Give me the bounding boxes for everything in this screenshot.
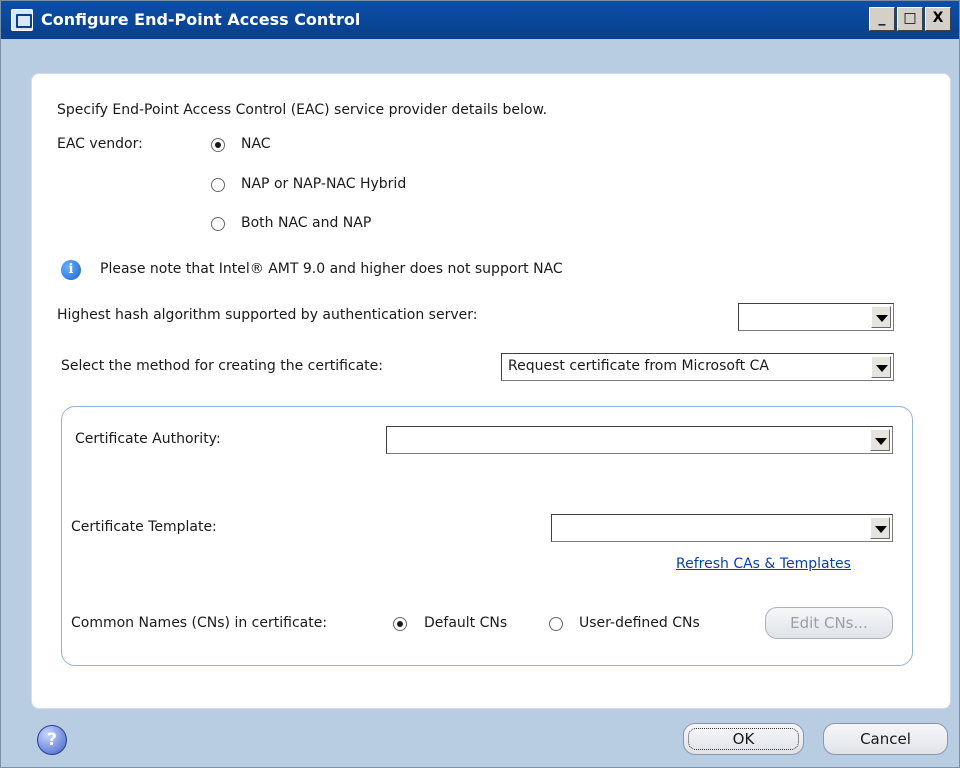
notice-text: Please note that Intel® AMT 9.0 and high…	[100, 261, 563, 277]
certificate-template-label: Certificate Template:	[71, 519, 217, 535]
edit-cns-button[interactable]: Edit CNs...	[765, 607, 893, 639]
radio-user-defined-cns-label[interactable]: User-defined CNs	[579, 615, 700, 631]
refresh-cas-templates-link[interactable]: Refresh CAs & Templates	[676, 556, 851, 572]
certificate-authority-select[interactable]	[386, 426, 893, 454]
maximize-button[interactable]: □	[897, 7, 923, 31]
common-names-label: Common Names (CNs) in certificate:	[71, 615, 328, 631]
help-icon[interactable]: ?	[37, 725, 67, 755]
chevron-down-icon[interactable]	[871, 356, 891, 378]
certificate-method-select[interactable]: Request certificate from Microsoft CA	[501, 353, 894, 381]
certificate-method-value: Request certificate from Microsoft CA	[508, 358, 769, 374]
chevron-down-icon[interactable]	[870, 429, 890, 451]
chevron-down-icon[interactable]	[870, 517, 890, 539]
radio-both-label[interactable]: Both NAC and NAP	[241, 215, 371, 231]
radio-default-cns-label[interactable]: Default CNs	[424, 615, 507, 631]
title-bar[interactable]: Configure End-Point Access Control _ □ X	[1, 1, 959, 39]
app-icon	[11, 9, 33, 31]
close-button[interactable]: X	[925, 7, 951, 31]
radio-nap-hybrid-label[interactable]: NAP or NAP-NAC Hybrid	[241, 176, 406, 192]
radio-nac-label[interactable]: NAC	[241, 136, 271, 152]
hash-label: Highest hash algorithm supported by auth…	[57, 307, 478, 323]
cancel-button[interactable]: Cancel	[823, 723, 948, 755]
eac-vendor-label: EAC vendor:	[57, 136, 143, 152]
minimize-button[interactable]: _	[869, 7, 895, 31]
window-title: Configure End-Point Access Control	[41, 10, 361, 29]
method-label: Select the method for creating the certi…	[61, 358, 383, 374]
radio-both[interactable]	[211, 217, 225, 231]
radio-user-defined-cns[interactable]	[549, 617, 563, 631]
certificate-authority-label: Certificate Authority:	[75, 431, 221, 447]
radio-nac[interactable]	[211, 138, 225, 152]
intro-text: Specify End-Point Access Control (EAC) s…	[57, 102, 548, 118]
radio-default-cns[interactable]	[393, 617, 407, 631]
certificate-template-select[interactable]	[551, 514, 893, 542]
info-icon: i	[61, 260, 81, 280]
hash-algorithm-select[interactable]	[738, 303, 894, 331]
chevron-down-icon[interactable]	[871, 306, 891, 328]
radio-nap-hybrid[interactable]	[211, 178, 225, 192]
dialog-window: Configure End-Point Access Control _ □ X…	[0, 0, 960, 768]
ok-button[interactable]: OK	[683, 723, 804, 755]
